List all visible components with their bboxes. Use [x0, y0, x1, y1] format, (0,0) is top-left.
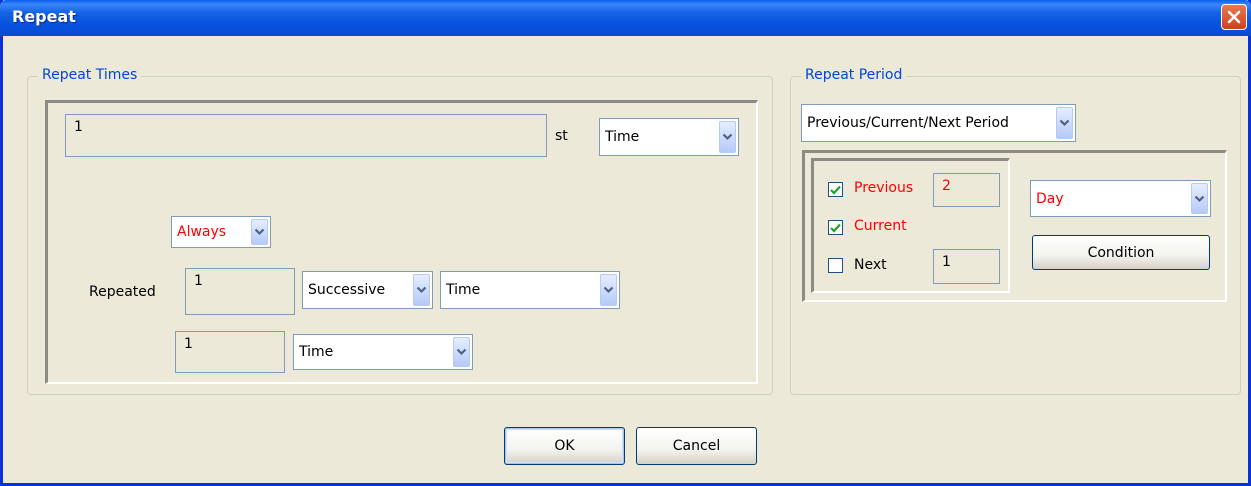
next-checkbox[interactable] [828, 258, 843, 273]
current-label: Current [854, 218, 907, 234]
period-unit-select[interactable]: Day [1030, 180, 1211, 217]
current-checkbox[interactable] [828, 220, 843, 235]
repeated-label: Repeated [89, 284, 156, 300]
interval-count-field[interactable]: 1 [175, 331, 285, 373]
repeat-mode-select[interactable]: Always [171, 216, 271, 248]
chevron-down-icon[interactable] [719, 121, 736, 153]
chevron-down-icon[interactable] [453, 337, 470, 367]
interval-unit-value: Time [299, 344, 334, 360]
next-value-field[interactable]: 1 [933, 249, 1000, 284]
ok-button[interactable]: OK [504, 427, 625, 465]
period-value: Previous/Current/Next Period [807, 115, 1009, 131]
repeat-period-legend: Repeat Period [801, 67, 907, 83]
repeat-unit-value: Time [605, 129, 640, 145]
repeated-unit-value: Time [446, 282, 481, 298]
succession-select[interactable]: Successive [302, 271, 433, 309]
repeated-count-field[interactable]: 1 [185, 268, 295, 315]
close-icon [1227, 10, 1241, 24]
repeat-count-field[interactable]: 1 [65, 114, 547, 157]
ordinal-suffix-label: st [555, 128, 568, 144]
dialog-title: Repeat [12, 7, 76, 26]
chevron-down-icon[interactable] [600, 274, 617, 306]
checkmark-icon [830, 223, 841, 233]
repeat-dialog: Repeat Repeat Times 1 st Time Always Rep… [0, 0, 1251, 486]
chevron-down-icon[interactable] [1191, 183, 1208, 214]
previous-label: Previous [854, 180, 914, 196]
previous-value-field[interactable]: 2 [933, 173, 1000, 207]
condition-button[interactable]: Condition [1032, 235, 1210, 270]
next-label: Next [854, 257, 887, 273]
succession-value: Successive [308, 282, 386, 298]
close-button[interactable] [1221, 4, 1247, 30]
period-select[interactable]: Previous/Current/Next Period [801, 104, 1076, 142]
title-bar[interactable]: Repeat [0, 0, 1251, 36]
chevron-down-icon[interactable] [251, 219, 268, 245]
checkmark-icon [830, 185, 841, 195]
repeat-mode-value: Always [177, 224, 227, 240]
previous-checkbox[interactable] [828, 182, 843, 197]
interval-unit-select[interactable]: Time [293, 334, 473, 370]
repeated-unit-select[interactable]: Time [440, 271, 620, 309]
repeat-unit-select[interactable]: Time [599, 118, 739, 156]
chevron-down-icon[interactable] [1056, 107, 1073, 139]
period-unit-value: Day [1036, 190, 1064, 207]
chevron-down-icon[interactable] [413, 274, 430, 306]
repeat-times-legend: Repeat Times [38, 67, 142, 83]
cancel-button[interactable]: Cancel [636, 427, 757, 465]
